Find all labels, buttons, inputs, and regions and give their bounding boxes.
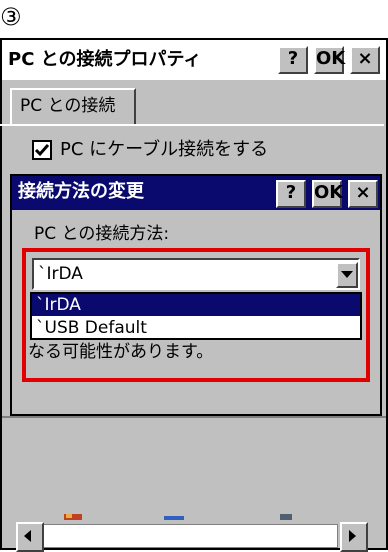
divider [2,416,386,418]
tab-baseline [0,124,384,126]
arrow-right-icon [349,530,356,542]
scroll-right-button[interactable] [340,522,368,552]
dialog-close-button[interactable]: × [348,180,378,208]
connection-method-label: PC との接続方法: [34,224,170,244]
cable-connection-label: PC にケーブル接続をする [60,139,269,160]
step-marker: ③ [0,3,22,31]
tab-pc-connection[interactable]: PC との接続 [10,88,136,124]
outer-ok-button[interactable]: OK [314,46,345,74]
outer-close-button[interactable]: × [350,46,380,74]
outer-window-title: PC との接続プロパティ [8,49,202,70]
dialog-ok-button[interactable]: OK [312,180,343,208]
dialog-title: 接続方法の変更 [18,181,144,202]
arrow-left-icon [24,530,31,542]
checkmark-icon [34,144,50,157]
scrollbar-track[interactable] [42,524,338,548]
outer-help-button[interactable]: ? [278,46,308,74]
scroll-left-button[interactable] [16,522,44,552]
red-highlight-box [22,248,370,382]
dialog-help-button[interactable]: ? [276,180,306,208]
cable-connection-checkbox[interactable] [32,140,52,160]
